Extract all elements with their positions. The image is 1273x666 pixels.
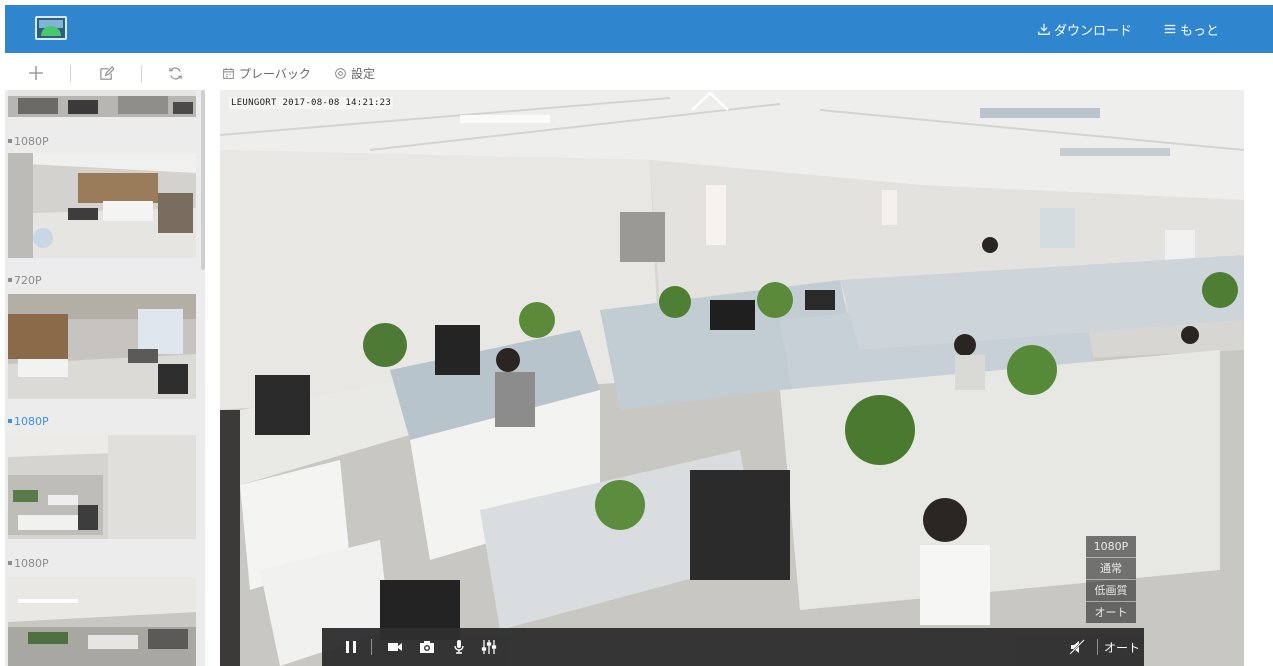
top-header-bar: ダウンロード もっと (5, 5, 1273, 53)
status-dot (8, 278, 12, 282)
playback-button[interactable]: プレーバック (222, 64, 311, 82)
camera-label[interactable]: 720P (8, 273, 42, 287)
quality-option-auto[interactable]: オート (1086, 602, 1136, 623)
status-dot (8, 139, 12, 143)
sidebar-scrollbar[interactable] (201, 90, 205, 270)
toolbar-divider (141, 65, 142, 82)
microphone-icon (454, 640, 464, 654)
camera-thumbnail[interactable] (8, 90, 196, 117)
camera-list-sidebar[interactable]: 1080P 720P 1080P 1080P (5, 90, 205, 666)
mute-button[interactable] (1068, 638, 1086, 656)
quality-option-low[interactable]: 低画質 (1086, 580, 1136, 602)
edit-icon (99, 65, 114, 80)
edit-button[interactable] (96, 63, 116, 83)
camera-resolution: 720P (14, 273, 42, 287)
playback-label: プレーバック (239, 66, 311, 81)
chevron-up-icon[interactable] (690, 90, 730, 112)
camera-label[interactable]: 1080P (8, 556, 49, 570)
talk-button[interactable] (450, 638, 468, 656)
plus-icon (29, 66, 43, 80)
camera-label[interactable]: 1080P (8, 134, 49, 148)
camera-label-active[interactable]: 1080P (8, 414, 49, 428)
app-logo[interactable] (35, 16, 67, 40)
quality-option-1080p[interactable]: 1080P (1086, 536, 1136, 558)
quality-menu: 1080P 通常 低画質 オート (1086, 536, 1136, 623)
control-divider (371, 639, 372, 655)
camera-thumbnail[interactable] (8, 577, 196, 666)
speaker-muted-icon (1069, 639, 1085, 655)
settings-label: 設定 (351, 66, 376, 81)
download-label: ダウンロード (1054, 23, 1133, 39)
pause-button[interactable] (342, 638, 360, 656)
download-icon (1038, 23, 1050, 35)
more-label: もっと (1180, 23, 1220, 39)
hamburger-menu-icon (1164, 24, 1176, 34)
sliders-icon (481, 640, 497, 654)
quality-option-normal[interactable]: 通常 (1086, 558, 1136, 580)
camera-resolution: 1080P (14, 556, 49, 570)
toolbar: プレーバック 設定 (0, 58, 1273, 88)
toolbar-divider (70, 65, 71, 82)
add-camera-button[interactable] (26, 63, 46, 83)
video-camera-icon (388, 643, 402, 651)
camera-resolution: 1080P (14, 134, 49, 148)
camera-resolution: 1080P (14, 414, 49, 428)
record-button[interactable] (386, 638, 404, 656)
pause-icon (346, 641, 356, 653)
camera-thumbnail-selected[interactable] (8, 435, 196, 539)
control-divider (1097, 639, 1098, 655)
timestamp-overlay: LEUNGORT 2017-08-08 14:21:23 (229, 97, 394, 109)
more-button[interactable]: もっと (1163, 19, 1219, 39)
snapshot-button[interactable] (418, 638, 436, 656)
gear-icon (335, 67, 346, 79)
download-button[interactable]: ダウンロード (1037, 19, 1132, 39)
camera-thumbnail[interactable] (8, 294, 196, 399)
refresh-icon (168, 67, 182, 79)
video-control-bar: オート (322, 628, 1144, 666)
image-adjust-button[interactable] (480, 638, 498, 656)
camera-icon (420, 641, 434, 653)
status-dot (8, 561, 12, 565)
camera-thumbnail[interactable] (8, 153, 196, 258)
calendar-icon (223, 67, 234, 79)
refresh-button[interactable] (165, 63, 185, 83)
stream-mode-button[interactable]: オート (1104, 639, 1140, 656)
status-dot (8, 419, 12, 423)
live-video-view[interactable]: LEUNGORT 2017-08-08 14:21:23 1080P 通常 低画… (220, 90, 1244, 666)
settings-button[interactable]: 設定 (334, 64, 375, 82)
